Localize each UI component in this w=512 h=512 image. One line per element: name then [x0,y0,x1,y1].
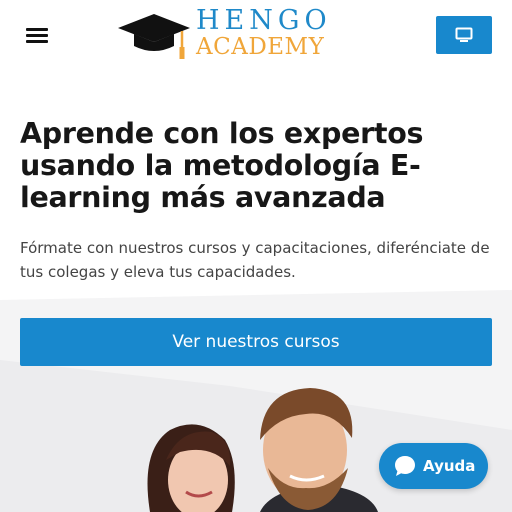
logo-text-hengo: HENGO [196,5,332,36]
chat-bubble-icon [395,456,415,476]
hero-title: Aprende con los expertos usando la metod… [20,117,424,214]
help-label: Ayuda [423,457,476,475]
view-courses-button[interactable]: Ver nuestros cursos [20,318,492,366]
site-header: HENGO ACADEMY [0,0,512,80]
monitor-icon [455,27,473,42]
hengo-academy-logo[interactable]: HENGO ACADEMY [116,5,360,64]
graduation-cap-icon [118,14,190,59]
hero-subtitle: Fórmate con nuestros cursos y capacitaci… [20,239,490,281]
logo-text-academy: ACADEMY [196,34,325,60]
help-button[interactable]: Ayuda [379,443,488,489]
hamburger-menu-icon[interactable] [26,26,50,46]
instructors-photo [147,388,378,512]
monitor-button[interactable] [436,16,492,54]
